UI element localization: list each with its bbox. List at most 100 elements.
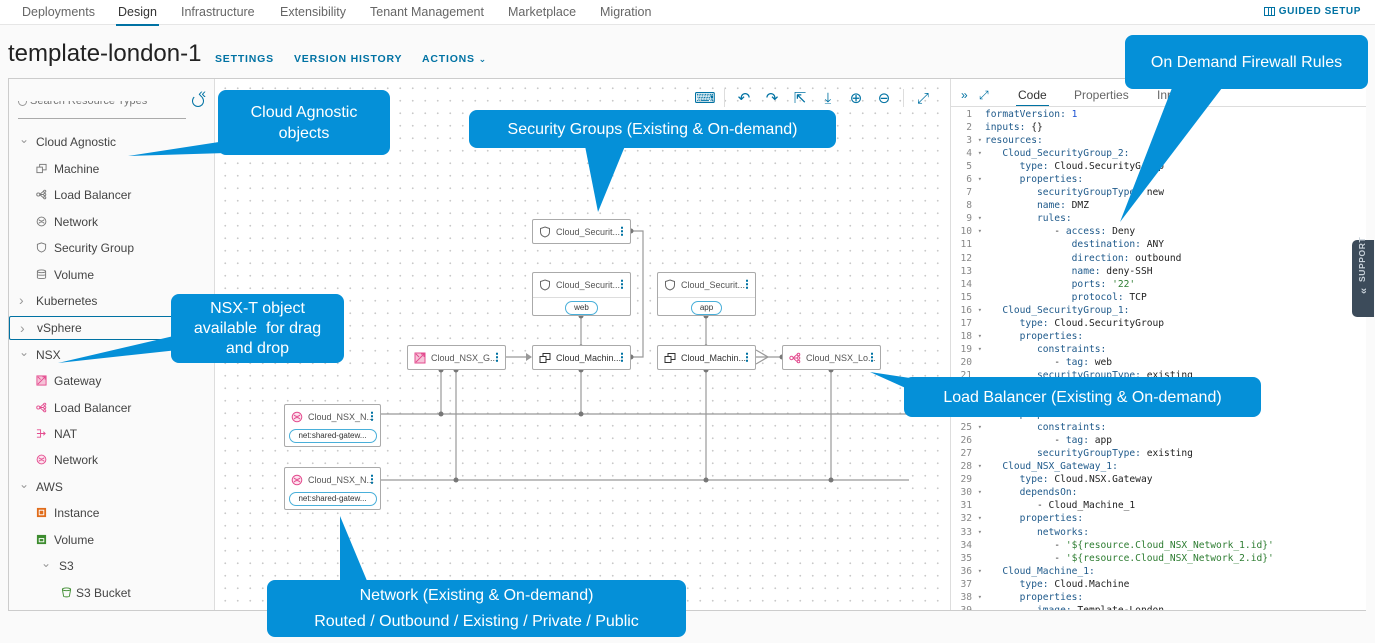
actions-dropdown[interactable]: ACTIONS ⌄	[422, 53, 487, 65]
palette-item-s3-bucket[interactable]: S3 Bucket	[9, 581, 214, 605]
fold-toggle[interactable]: 6	[951, 173, 985, 186]
tab-extensibility[interactable]: Extensibility	[280, 5, 346, 19]
tab-design[interactable]: Design	[116, 5, 159, 26]
palette-item-network[interactable]: Network	[9, 210, 214, 234]
node-security-group-dmz[interactable]: Cloud_Securit...	[532, 219, 631, 244]
palette-item-label: S3	[59, 559, 74, 573]
palette-item-aws[interactable]: ⌄ AWS	[9, 475, 214, 499]
chevron-down-icon[interactable]: ⌄	[19, 345, 29, 359]
kebab-menu-icon[interactable]	[621, 226, 623, 236]
guided-setup-button[interactable]: GUIDED SETUP	[1263, 6, 1361, 17]
kebab-menu-icon[interactable]	[746, 279, 748, 289]
node-nsx-network-2[interactable]: Cloud_NSX_N... net:shared-gatew...	[284, 467, 381, 510]
palette-item-instance[interactable]: Instance	[9, 501, 214, 525]
callout-nsx-t: NSX-T object available for drag and drop	[171, 294, 344, 363]
palette-item-label: Load Balancer	[54, 401, 132, 415]
tab-marketplace[interactable]: Marketplace	[508, 5, 576, 19]
node-nsx-load-balancer[interactable]: Cloud_NSX_Lo...	[782, 345, 881, 370]
fold-toggle[interactable]: 28	[951, 460, 985, 473]
palette-item-volume[interactable]: Volume	[9, 528, 214, 552]
code-text: Cloud_Machine_1:	[1002, 565, 1095, 577]
palette-item-s3[interactable]: ⌄ S3	[9, 554, 214, 578]
kebab-menu-icon[interactable]	[371, 411, 373, 421]
tab-infrastructure[interactable]: Infrastructure	[181, 5, 255, 19]
support-tab[interactable]: SUPPORT «	[1352, 237, 1374, 317]
fold-toggle[interactable]: 36	[951, 565, 985, 578]
code-line: 13 name: deny-SSH	[951, 265, 1366, 278]
machine-icon	[539, 353, 551, 363]
fold-toggle[interactable]: 4	[951, 147, 985, 160]
tab-properties[interactable]: Properties	[1074, 88, 1129, 102]
code-text: type: Cloud.SecurityGroup	[1019, 317, 1165, 329]
collapse-code-panel-icon[interactable]: »	[961, 88, 968, 102]
line-number: 31	[960, 500, 972, 512]
resource-search-input[interactable]	[30, 101, 180, 107]
fold-toggle[interactable]: 33	[951, 526, 985, 539]
nsx-load-balancer-icon	[36, 402, 47, 413]
fold-toggle[interactable]: 9	[951, 212, 985, 225]
palette-item-volume[interactable]: Volume	[9, 263, 214, 287]
palette-item-load-balancer[interactable]: Load Balancer	[9, 396, 214, 420]
kebab-menu-icon[interactable]	[621, 279, 623, 289]
code-line: 7 securityGroupType: new	[951, 186, 1366, 199]
palette-item-machine[interactable]: Machine	[9, 157, 214, 181]
tab-tenant-management[interactable]: Tenant Management	[370, 5, 484, 19]
node-nsx-network-1[interactable]: Cloud_NSX_N... net:shared-gatew...	[284, 404, 381, 447]
node-security-group-web[interactable]: Cloud_Securit... web	[532, 272, 631, 316]
refresh-icon[interactable]	[192, 95, 204, 107]
fold-toggle[interactable]: 19	[951, 343, 985, 356]
tab-inputs[interactable]: Inputs	[1157, 88, 1190, 102]
fold-toggle[interactable]: 10	[951, 225, 985, 238]
chevron-right-icon[interactable]: ›	[20, 320, 25, 336]
kebab-menu-icon[interactable]	[746, 352, 748, 362]
security-group-icon	[540, 226, 550, 238]
version-history-link[interactable]: VERSION HISTORY	[294, 53, 402, 65]
palette-item-gateway[interactable]: Gateway	[9, 369, 214, 393]
tab-migration[interactable]: Migration	[600, 5, 651, 19]
yaml-editor[interactable]: 1 formatVersion: 1 2 inputs: {}3resources:4…	[951, 108, 1366, 610]
fold-toggle[interactable]: 25	[951, 421, 985, 434]
fold-toggle[interactable]: 30	[951, 486, 985, 499]
palette-item-label: Network	[54, 453, 99, 467]
settings-link[interactable]: SETTINGS	[215, 53, 274, 65]
fold-toggle[interactable]: 16	[951, 304, 985, 317]
palette-item-network[interactable]: Network	[9, 448, 214, 472]
kebab-menu-icon[interactable]	[871, 352, 873, 362]
palette-item-nat[interactable]: NAT	[9, 422, 214, 446]
fold-toggle[interactable]: 18	[951, 330, 985, 343]
constraint-tag: app	[691, 301, 722, 315]
palette-item-label: Cloud Agnostic	[36, 135, 117, 149]
callout-text: Network (Existing & On-demand)	[359, 586, 594, 604]
fold-toggle[interactable]: 32	[951, 512, 985, 525]
link-sgtop-machine1	[631, 230, 644, 358]
node-cloud-machine-2[interactable]: Cloud_Machin...	[657, 345, 756, 370]
code-text: resources:	[985, 135, 1043, 147]
node-nsx-gateway[interactable]: Cloud_NSX_G...	[407, 345, 506, 370]
chevron-right-icon[interactable]: ›	[19, 292, 24, 308]
chevron-down-icon[interactable]: ⌄	[19, 132, 29, 146]
code-line: 12 direction: outbound	[951, 252, 1366, 265]
kebab-menu-icon[interactable]	[371, 474, 373, 484]
guided-setup-label: GUIDED SETUP	[1278, 6, 1361, 17]
expand-code-panel-icon[interactable]: ⤢	[979, 88, 989, 103]
palette-item-security-group[interactable]: Security Group	[9, 236, 214, 260]
code-text: ports: '22'	[1071, 278, 1136, 290]
palette-item-load-balancer[interactable]: Load Balancer	[9, 183, 214, 207]
node-port	[438, 411, 444, 417]
fold-toggle[interactable]: 38	[951, 591, 985, 604]
map-icon	[1263, 7, 1275, 16]
tab-code[interactable]: Code	[1016, 88, 1049, 107]
chevron-down-icon[interactable]: ⌄	[41, 556, 51, 570]
fold-toggle[interactable]: 3	[951, 134, 985, 147]
resource-search[interactable]	[18, 101, 186, 119]
kebab-menu-icon[interactable]	[496, 352, 498, 362]
code-text: name: deny-SSH	[1071, 265, 1153, 277]
code-text: name: DMZ	[1036, 200, 1089, 212]
node-cloud-machine-1[interactable]: Cloud_Machin...	[532, 345, 631, 370]
node-security-group-app[interactable]: Cloud_Securit... app	[657, 272, 756, 316]
palette-item-label: Security Group	[54, 241, 135, 255]
kebab-menu-icon[interactable]	[621, 352, 623, 362]
tab-deployments[interactable]: Deployments	[22, 5, 95, 19]
palette-item-cloud-agnostic[interactable]: ⌄ Cloud Agnostic	[9, 130, 214, 154]
chevron-down-icon[interactable]: ⌄	[19, 477, 29, 491]
